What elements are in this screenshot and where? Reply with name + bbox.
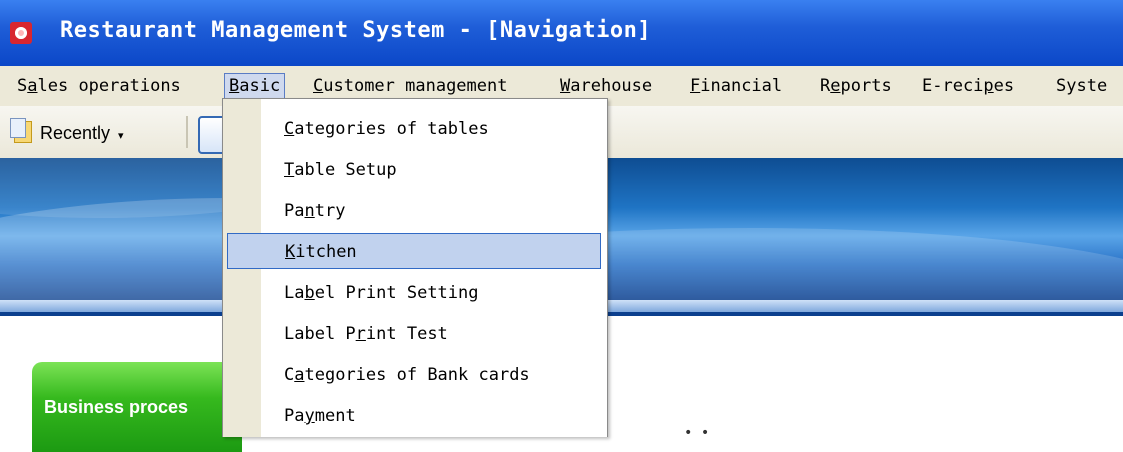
menu-item-label-print-setting[interactable]: Label Print Setting bbox=[227, 275, 601, 311]
menu-item-table-setup[interactable]: Table Setup bbox=[227, 152, 601, 188]
menu-financial[interactable]: Financial bbox=[686, 74, 786, 98]
title-bar[interactable]: Restaurant Management System - [Navigati… bbox=[0, 0, 1123, 66]
app-icon[interactable] bbox=[10, 22, 32, 44]
menu-reports[interactable]: Reports bbox=[816, 74, 896, 98]
recently-label: Recently bbox=[40, 123, 111, 143]
menu-warehouse[interactable]: Warehouse bbox=[556, 74, 656, 98]
menu-basic[interactable]: Basic bbox=[224, 73, 286, 99]
business-process-label: Business proces bbox=[44, 397, 189, 417]
window-title: Restaurant Management System - [Navigati… bbox=[60, 18, 652, 43]
menu-item-payment[interactable]: Payment bbox=[227, 398, 601, 434]
menu-system[interactable]: Syste bbox=[1052, 74, 1111, 98]
chevron-down-icon: ▾ bbox=[118, 130, 124, 142]
menu-customer-management[interactable]: Customer management bbox=[309, 74, 511, 98]
basic-dropdown-menu: Categories of tables Table Setup Pantry … bbox=[222, 98, 608, 437]
menu-e-recipes[interactable]: E-recipes bbox=[918, 74, 1018, 98]
recent-documents-icon bbox=[10, 118, 32, 143]
menu-sales-operations[interactable]: Sales operations bbox=[13, 74, 185, 98]
toolbar-separator bbox=[186, 116, 188, 148]
menu-item-categories-of-bank-cards[interactable]: Categories of Bank cards bbox=[227, 357, 601, 393]
menu-item-pantry[interactable]: Pantry bbox=[227, 193, 601, 229]
decorative-dots: • • bbox=[684, 425, 710, 441]
menu-item-label-print-test[interactable]: Label Print Test bbox=[227, 316, 601, 352]
menu-item-categories-of-tables[interactable]: Categories of tables bbox=[227, 111, 601, 147]
recently-button[interactable]: Recently ▾ bbox=[10, 118, 124, 148]
menu-item-kitchen[interactable]: Kitchen bbox=[227, 233, 601, 269]
